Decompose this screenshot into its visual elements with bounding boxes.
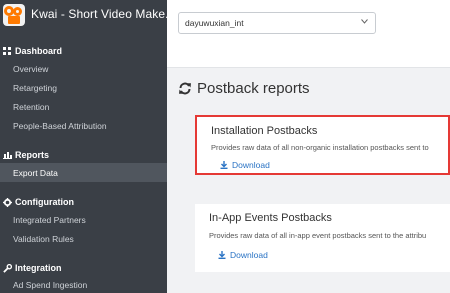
download-link[interactable]: Download (218, 250, 268, 260)
page-title: Postback reports (178, 80, 310, 97)
section-reports: Reports (2, 150, 49, 160)
app-header[interactable]: Kwai - Short Video Make... (0, 0, 167, 31)
download-icon (220, 161, 228, 169)
card-description: Provides raw data of all in-app event po… (209, 231, 427, 240)
bar-chart-icon (2, 150, 12, 160)
sidebar-item-people-based-attribution[interactable]: People-Based Attribution (0, 116, 167, 135)
main-content: dayuwuxian_int Postback reports Installa… (167, 0, 450, 293)
gear-icon (2, 197, 12, 207)
sidebar-item-export-data[interactable]: Export Data (0, 163, 167, 182)
section-configuration: Configuration (2, 197, 74, 207)
in-app-events-postbacks-card: In-App Events Postbacks Provides raw dat… (195, 204, 450, 272)
sidebar-item-ad-spend-ingestion[interactable]: Ad Spend Ingestion (0, 275, 167, 293)
sidebar-item-validation-rules[interactable]: Validation Rules (0, 229, 167, 248)
account-selector-panel: dayuwuxian_int (167, 0, 450, 68)
installation-postbacks-card: Installation Postbacks Provides raw data… (195, 115, 450, 175)
section-integration: Integration (2, 263, 62, 273)
section-dashboard: Dashboard (2, 46, 62, 56)
sidebar-item-retention[interactable]: Retention (0, 97, 167, 116)
card-description: Provides raw data of all non-organic ins… (211, 143, 429, 152)
sidebar-item-retargeting[interactable]: Retargeting (0, 78, 167, 97)
card-title: Installation Postbacks (211, 125, 318, 137)
app-logo (3, 4, 25, 26)
sidebar-item-integrated-partners[interactable]: Integrated Partners (0, 210, 167, 229)
refresh-icon (178, 82, 192, 95)
download-icon (218, 251, 226, 259)
card-title: In-App Events Postbacks (209, 212, 332, 224)
wrench-icon (2, 263, 12, 273)
sidebar: Kwai - Short Video Make... Dashboard Ove… (0, 0, 167, 293)
grid-icon (2, 46, 12, 56)
sidebar-item-overview[interactable]: Overview (0, 59, 167, 78)
account-select[interactable]: dayuwuxian_int (178, 12, 376, 34)
chevron-down-icon (361, 19, 368, 26)
download-link[interactable]: Download (220, 160, 270, 170)
app-title: Kwai - Short Video Make... (31, 7, 167, 21)
